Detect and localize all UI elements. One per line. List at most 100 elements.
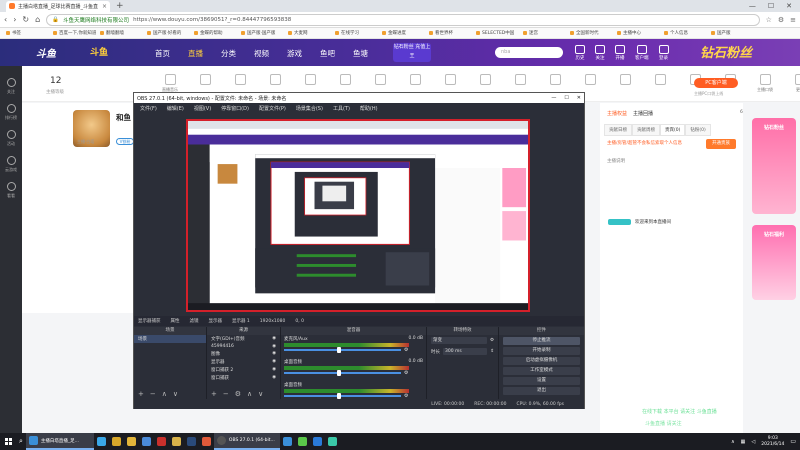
control-button[interactable]: 停止推流 — [503, 337, 580, 345]
bookmark-item[interactable]: 书签 — [4, 30, 49, 36]
volume-slider-knob[interactable] — [337, 347, 341, 353]
room-tool-item[interactable] — [298, 74, 322, 93]
bookmark-item[interactable]: 看世界杯 — [427, 30, 472, 36]
site-nav-item[interactable]: 游戏 — [287, 48, 302, 59]
duration-stepper-icon[interactable]: ⇕ — [490, 349, 494, 354]
source-down-icon[interactable]: ∨ — [258, 390, 263, 398]
sidebar-item[interactable]: 排行榜 — [0, 104, 22, 121]
obs-menu-item[interactable]: 配置文件(P) — [259, 105, 286, 112]
sidebar-item[interactable]: 云游戏 — [0, 156, 22, 173]
douyu-logo[interactable]: 斗鱼 — [36, 45, 56, 60]
bookmark-item[interactable]: 全国新时代 — [568, 30, 613, 36]
scene-item[interactable]: 场景 — [134, 335, 206, 343]
taskbar-app-5[interactable] — [139, 433, 154, 450]
room-tool-item[interactable] — [543, 74, 567, 93]
taskbar-app-14[interactable] — [325, 433, 340, 450]
obs-menu-item[interactable]: 场景集合(S) — [296, 105, 323, 112]
obs-menu-item[interactable]: 编辑(E) — [167, 105, 184, 112]
control-button[interactable]: 工作室模式 — [503, 367, 580, 375]
obs-maximize-icon[interactable]: ☐ — [564, 95, 568, 101]
taskbar-app-3[interactable] — [109, 433, 124, 450]
move-up-icon[interactable]: ∧ — [162, 390, 167, 398]
close-window-icon[interactable]: ✕ — [786, 2, 792, 10]
mixer-settings-icon[interactable]: ⚙ — [404, 370, 408, 376]
bookmark-item[interactable]: 主播中心 — [615, 30, 660, 36]
taskbar-app-12[interactable] — [295, 433, 310, 450]
open-noble-button[interactable]: 开通贵族 — [706, 139, 736, 149]
rank-tab[interactable]: 钻粉(0) — [685, 124, 711, 136]
rank-tab[interactable]: 贵宾(0) — [660, 124, 686, 136]
taskbar-app-6[interactable] — [154, 433, 169, 450]
taskbar-app-9[interactable] — [199, 433, 214, 450]
add-scene-icon[interactable]: + — [138, 390, 144, 398]
fan-badge[interactable]: V铁粉 — [116, 138, 134, 145]
bookmark-item[interactable]: 大麦网 — [286, 30, 331, 36]
bookmark-item[interactable]: 国产版·好看的 — [145, 30, 190, 36]
control-button[interactable]: 设置 — [503, 377, 580, 385]
taskbar-app-2[interactable] — [94, 433, 109, 450]
bookmark-item[interactable]: 个人信息 — [662, 30, 707, 36]
source-item[interactable]: 窗口捕获 ◉ — [207, 374, 280, 382]
volume-slider[interactable] — [284, 349, 401, 351]
visibility-icon[interactable]: ◉ — [272, 367, 276, 373]
site-nav-item[interactable]: 首页 — [155, 48, 170, 59]
clock[interactable]: 9:03 2021/6/14 — [761, 436, 784, 448]
obs-preview[interactable] — [186, 119, 530, 312]
source-item[interactable]: 文字(GDI+)音频 ◉ — [207, 335, 280, 343]
taskbar-app-13[interactable] — [310, 433, 325, 450]
new-tab-button[interactable]: + — [116, 1, 124, 11]
source-toolbar-item[interactable]: 显示器 1 — [232, 318, 250, 324]
tray-arrow-icon[interactable]: ∧ — [731, 439, 735, 445]
volume-slider[interactable] — [284, 372, 401, 374]
room-tool-item[interactable] — [648, 74, 672, 93]
duration-input[interactable]: 300 ms — [443, 348, 488, 355]
start-button[interactable] — [0, 433, 16, 450]
remove-scene-icon[interactable]: − — [150, 390, 156, 398]
visibility-icon[interactable]: ◉ — [272, 351, 276, 357]
header-icon-item[interactable]: 关注 — [595, 45, 605, 61]
promo-banner[interactable]: 钻石粉丝 充值上王 — [393, 43, 431, 62]
obs-menu-item[interactable]: 文件(F) — [140, 105, 157, 112]
visibility-icon[interactable]: ◉ — [272, 336, 276, 342]
url-field[interactable]: 🔒 斗鱼天鹰网络科技有限公司 https://www.douyu.com/386… — [46, 13, 760, 26]
ad-banner-1[interactable]: 钻石粉丝 — [752, 118, 796, 214]
source-item[interactable]: 图像 ◉ — [207, 350, 280, 358]
source-item[interactable]: 显示器 ◉ — [207, 358, 280, 366]
bookmark-item[interactable]: 国产版·国产版 — [239, 30, 284, 36]
room-tool-item[interactable]: 主播口袋 — [753, 74, 777, 93]
visibility-icon[interactable]: ◉ — [272, 359, 276, 365]
taskbar-app-11[interactable] — [280, 433, 295, 450]
room-tool-item[interactable] — [368, 74, 392, 93]
obs-menu-item[interactable]: 帮助(H) — [360, 105, 378, 112]
header-icon-item[interactable]: 客户端 — [635, 45, 649, 61]
source-toolbar-item[interactable]: 1920x1080 — [260, 319, 286, 324]
taskbar-browser-app[interactable]: 主播白塔直播_足... — [25, 433, 94, 450]
control-button[interactable]: 开始录制 — [503, 347, 580, 355]
source-toolbar-item[interactable]: 0, 0 — [295, 319, 304, 324]
pc-client-button[interactable]: PC客户端 — [694, 78, 738, 88]
site-nav-item[interactable]: 分类 — [221, 48, 236, 59]
banner-diamond-fans[interactable]: 钻石粉丝 — [700, 42, 752, 61]
header-icon-item[interactable]: 历史 — [575, 45, 585, 61]
taskbar-search-icon[interactable]: ⌕ — [16, 433, 26, 450]
site-nav-item[interactable]: 直播 — [188, 48, 203, 59]
taskbar-app-8[interactable] — [184, 433, 199, 450]
taskbar-app-7[interactable] — [169, 433, 184, 450]
bookmark-item[interactable]: 百度一下,你就知道 — [51, 30, 96, 36]
home-icon[interactable]: ⌂ — [35, 15, 40, 24]
room-tool-item[interactable] — [473, 74, 497, 93]
source-item[interactable]: 45994416 ◉ — [207, 343, 280, 350]
mixer-settings-icon[interactable]: ⚙ — [404, 347, 408, 353]
taskbar-app-4[interactable] — [124, 433, 139, 450]
header-icon-item[interactable]: 登录 — [659, 45, 669, 61]
room-tool-item[interactable]: 更多 — [788, 74, 800, 93]
volume-slider-knob[interactable] — [337, 370, 341, 376]
add-source-icon[interactable]: + — [211, 390, 217, 398]
control-button[interactable]: 启动虚拟摄像机 — [503, 357, 580, 365]
taskbar-obs-app[interactable]: OBS 27.0.1 (64-bit... — [213, 433, 280, 450]
extension-icon[interactable]: ⚙ — [778, 16, 784, 24]
bookmark-item[interactable]: 金蝶进度 — [380, 30, 425, 36]
visibility-icon[interactable]: ◉ — [272, 344, 276, 349]
browser-tab[interactable]: 主播白塔直播_足球比赛直播_斗鱼直 × — [6, 0, 110, 12]
minimize-icon[interactable]: — — [749, 2, 756, 10]
